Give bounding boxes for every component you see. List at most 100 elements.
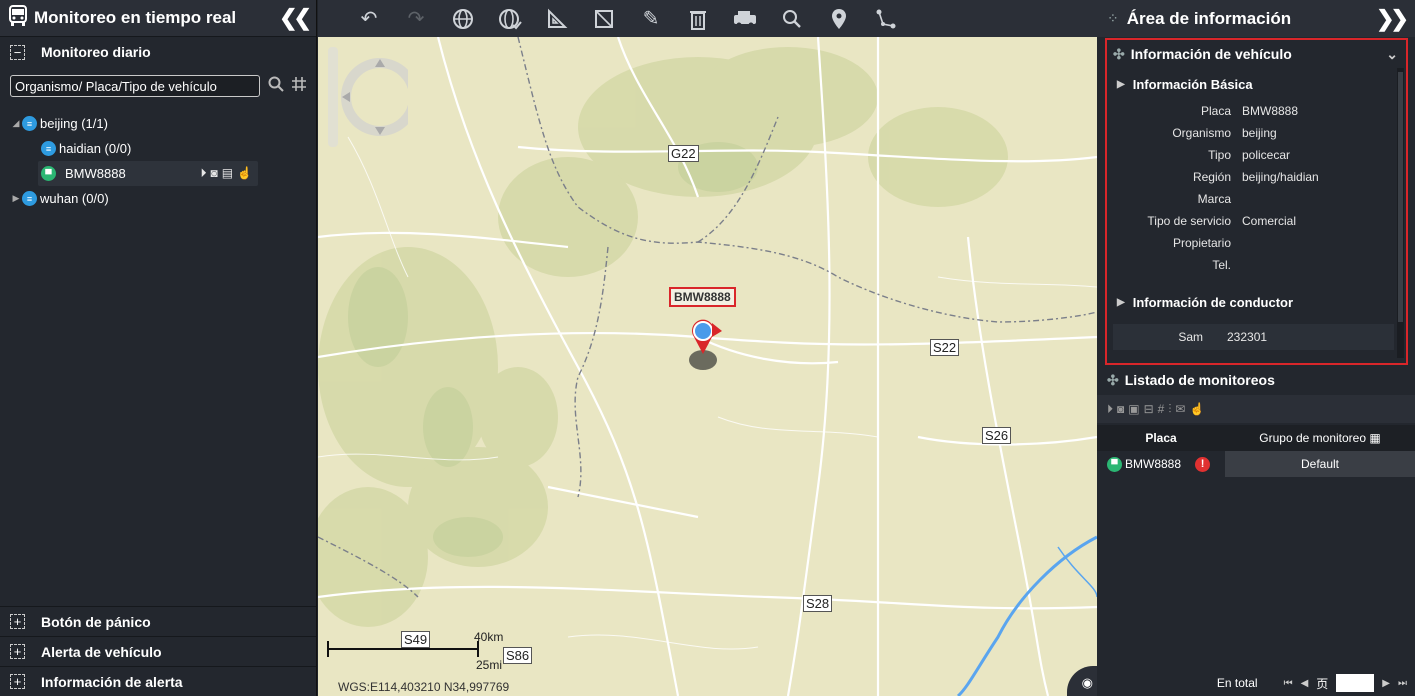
expanded-triangle-icon[interactable]: ◢ xyxy=(10,118,22,129)
redo-icon[interactable]: ↷ xyxy=(399,0,433,37)
left-header: Monitoreo en tiempo real ❮❮ xyxy=(0,0,316,37)
road-label-s86: S86 xyxy=(503,647,533,664)
first-page-icon[interactable]: ⏮ xyxy=(1284,678,1293,689)
alert-info-section[interactable]: + Información de alerta xyxy=(0,666,316,696)
tree-node-label: beijing (1/1) xyxy=(40,116,108,131)
column-group[interactable]: Grupo de monitoreo ▦ xyxy=(1225,431,1415,445)
info-row-brand: Marca xyxy=(1107,188,1406,210)
drag-handle-icon[interactable]: ✣ xyxy=(1113,46,1125,63)
prev-page-icon[interactable]: ◀ xyxy=(1301,678,1309,689)
info-value: beijing/haidian xyxy=(1242,170,1319,184)
calendar-icon[interactable]: ▦ xyxy=(1369,431,1380,445)
basic-info-title: Información Básica xyxy=(1132,76,1253,92)
video-icon[interactable]: ▤ xyxy=(222,166,233,181)
driver-row: Sam 232301 xyxy=(1113,324,1394,350)
monitor-table: Placa Grupo de monitoreo ▦ ▀ BMW8888 ! D… xyxy=(1097,425,1415,477)
scrollbar[interactable] xyxy=(1397,68,1404,358)
panic-button-section[interactable]: + Botón de pánico xyxy=(0,606,316,636)
area-measure-icon[interactable] xyxy=(587,0,621,37)
page-input[interactable] xyxy=(1336,674,1375,692)
info-key: Propietario xyxy=(1172,236,1231,250)
vehicle-icon[interactable] xyxy=(728,0,762,37)
sliders-icon[interactable]: ⫶ xyxy=(1168,402,1171,417)
basic-info-list: Placa BMW8888 Organismo beijing Tipo police… xyxy=(1107,100,1406,276)
vehicle-map-label[interactable]: BMW8888 xyxy=(669,287,736,307)
info-value: beijing xyxy=(1242,126,1277,140)
org-icon: ≡ xyxy=(22,191,37,206)
tree-node-haidian[interactable]: ≡ haidian (0/0) xyxy=(0,136,316,161)
triangle-right-icon[interactable]: ▶ xyxy=(1117,79,1125,90)
monitor-list-title: Listado de monitoreos xyxy=(1124,372,1275,388)
camera-icon[interactable]: ◙ xyxy=(210,166,217,181)
scale-mi: 25mi xyxy=(476,658,503,672)
next-page-icon[interactable]: ▶ xyxy=(1382,678,1390,689)
pencil-icon[interactable]: ✎ xyxy=(634,0,668,37)
org-icon: ≡ xyxy=(41,141,56,156)
tree-node-wuhan[interactable]: ▶ ≡ wuhan (0/0) xyxy=(0,186,316,211)
collapse-left-icon[interactable]: ❮❮ xyxy=(279,5,312,31)
info-value: policecar xyxy=(1242,148,1291,162)
collapse-section-icon[interactable]: − xyxy=(10,44,25,60)
chevron-down-icon[interactable]: ⌄ xyxy=(1386,46,1398,63)
expand-section-icon[interactable]: + xyxy=(10,674,25,689)
section-label: Botón de pánico xyxy=(41,613,151,630)
right-panel: ⁘ Área de información ❯❯ ✣ Información d… xyxy=(1097,0,1415,696)
ruler-triangle-icon[interactable] xyxy=(540,0,574,37)
tree-node-label: haidian (0/0) xyxy=(59,141,132,156)
grid-filter-icon[interactable] xyxy=(292,76,306,96)
tree-node-vehicle[interactable]: ▀ BMW8888 ⏵ ◙ ▤ ☝ xyxy=(38,161,258,186)
collapse-right-icon[interactable]: ❯❯ xyxy=(1376,6,1409,32)
alert-icon[interactable]: ! xyxy=(1195,456,1211,472)
tree-node-label: wuhan (0/0) xyxy=(40,191,109,206)
save-icon[interactable]: ▣ xyxy=(1128,402,1139,416)
collapsed-triangle-icon[interactable]: ▶ xyxy=(10,193,22,204)
row-group: Default xyxy=(1225,451,1415,477)
triangle-right-icon[interactable]: ▶ xyxy=(1117,297,1125,308)
map-pan-control[interactable] xyxy=(328,47,419,152)
trash-icon[interactable] xyxy=(681,0,715,37)
scrollbar-thumb[interactable] xyxy=(1398,72,1403,322)
vehicle-info-panel: ✣ Información de vehículo ⌄ ▶ Informació… xyxy=(1105,38,1408,365)
message-icon[interactable]: ✉ xyxy=(1175,402,1185,416)
info-key: Tipo xyxy=(1208,148,1231,162)
drag-handle-icon[interactable]: ⁘ xyxy=(1107,10,1119,27)
globe-check-icon[interactable] xyxy=(493,0,527,37)
tree-node-label: BMW8888 xyxy=(65,166,126,181)
route-icon[interactable] xyxy=(869,0,903,37)
undo-icon[interactable]: ↶ xyxy=(352,0,386,37)
grid-icon[interactable]: # xyxy=(1158,402,1165,416)
vehicle-info-header[interactable]: ✣ Información de vehículo ⌄ xyxy=(1107,40,1406,68)
camera-icon[interactable]: ◙ xyxy=(1117,402,1124,416)
map-view[interactable]: G22 S22 S26 S28 S49 S86 BMW8888 40km 25m… xyxy=(318,37,1097,696)
last-page-icon[interactable]: ⏭ xyxy=(1398,678,1407,689)
column-group-label: Grupo de monitoreo xyxy=(1259,431,1367,445)
hand-pointer-icon[interactable]: ☝ xyxy=(237,166,252,181)
play-icon[interactable]: ⏵ xyxy=(200,166,206,181)
daily-monitoring-header[interactable]: − Monitoreo diario xyxy=(0,37,316,67)
right-panel-title: Área de información xyxy=(1126,8,1292,28)
table-row[interactable]: ▀ BMW8888 ! Default xyxy=(1097,451,1415,477)
drag-handle-icon[interactable]: ✣ xyxy=(1107,372,1119,389)
expand-section-icon[interactable]: + xyxy=(10,614,25,629)
tree-node-beijing[interactable]: ◢ ≡ beijing (1/1) xyxy=(0,111,316,136)
vehicle-alert-section[interactable]: + Alerta de vehículo xyxy=(0,636,316,666)
basic-info-header[interactable]: ▶ Información Básica xyxy=(1107,68,1406,100)
driver-info-header[interactable]: ▶ Información de conductor xyxy=(1107,286,1406,318)
driver-name: Sam xyxy=(1178,330,1203,344)
search-icon[interactable] xyxy=(268,76,284,97)
section-label: Información de alerta xyxy=(41,673,183,690)
location-pin-icon[interactable] xyxy=(822,0,856,37)
map-toolbar: ↶ ↷ ✎ xyxy=(318,0,1097,37)
expand-section-icon[interactable]: + xyxy=(10,644,25,659)
play-icon[interactable]: ⏵ xyxy=(1107,402,1113,417)
globe-icon[interactable] xyxy=(446,0,480,37)
monitor-list-header[interactable]: ✣ Listado de monitoreos xyxy=(1097,367,1415,393)
minus-box-icon[interactable]: ⊟ xyxy=(1144,402,1154,416)
info-row-service: Tipo de servicio Comercial xyxy=(1107,210,1406,232)
road-label-s22: S22 xyxy=(930,339,960,356)
column-plate[interactable]: Placa xyxy=(1097,431,1225,445)
search-icon[interactable] xyxy=(775,0,809,37)
search-input[interactable] xyxy=(10,75,260,97)
hand-pointer-icon[interactable]: ☝ xyxy=(1189,402,1204,416)
table-header: Placa Grupo de monitoreo ▦ xyxy=(1097,425,1415,451)
